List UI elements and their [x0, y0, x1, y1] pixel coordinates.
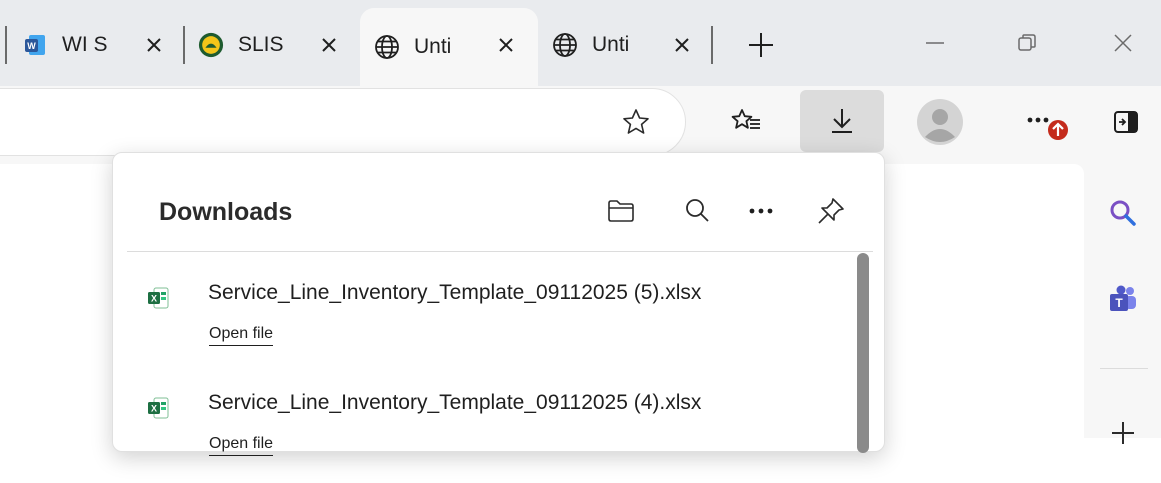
download-item[interactable]: X Service_Line_Inventory_Template_091120… — [113, 391, 843, 483]
download-icon — [828, 106, 856, 136]
word-icon: W — [22, 32, 48, 58]
globe-icon — [552, 32, 578, 58]
tab-strip: W WI S SLIS Unti Unti — [0, 0, 1161, 86]
globe-icon — [374, 34, 400, 60]
minimize-button[interactable] — [912, 20, 958, 66]
slis-logo-icon — [198, 32, 224, 58]
more-options-icon[interactable] — [741, 191, 781, 231]
close-tab-icon[interactable] — [668, 31, 696, 59]
tab-title: Unti — [592, 33, 630, 56]
tab-title: WI S — [62, 33, 108, 56]
favorites-list-icon[interactable] — [724, 100, 768, 144]
svg-text:X: X — [151, 404, 157, 414]
download-filename: Service_Line_Inventory_Template_09112025… — [208, 281, 702, 304]
restore-button[interactable] — [1004, 20, 1050, 66]
svg-text:X: X — [151, 294, 157, 304]
downloads-title: Downloads — [159, 198, 293, 226]
tab-word-doc[interactable]: W WI S — [22, 14, 180, 76]
tab-untitled[interactable]: Unti — [552, 14, 712, 76]
tab-separator — [183, 26, 185, 64]
address-bar[interactable] — [0, 88, 686, 156]
scrollbar-thumb[interactable] — [857, 253, 869, 453]
sidebar: T — [1086, 156, 1161, 444]
downloads-button[interactable] — [800, 90, 884, 152]
flyout-divider — [127, 251, 873, 252]
tab-slis[interactable]: SLIS — [198, 14, 358, 76]
open-file-link[interactable]: Open file — [209, 435, 274, 456]
close-tab-icon[interactable] — [140, 31, 168, 59]
excel-file-icon: X — [147, 287, 169, 309]
download-filename: Service_Line_Inventory_Template_09112025… — [208, 391, 702, 414]
split-screen-icon[interactable] — [1110, 106, 1142, 138]
favorite-star-icon[interactable] — [614, 100, 658, 144]
profile-avatar-icon[interactable] — [912, 94, 968, 150]
open-folder-icon[interactable] — [601, 191, 641, 231]
search-icon[interactable] — [677, 191, 717, 231]
download-item[interactable]: X Service_Line_Inventory_Template_091120… — [113, 281, 843, 373]
excel-file-icon: X — [147, 397, 169, 419]
pin-icon[interactable] — [811, 191, 851, 231]
downloads-flyout: Downloads X Service_Line_Inventory_Templ… — [112, 152, 885, 456]
close-window-button[interactable] — [1100, 20, 1146, 66]
close-tab-icon[interactable] — [492, 31, 520, 59]
new-tab-button[interactable] — [738, 22, 784, 68]
tab-separator — [711, 26, 713, 64]
sidebar-divider — [1100, 368, 1148, 369]
search-icon[interactable] — [1106, 196, 1140, 230]
svg-text:T: T — [1115, 296, 1123, 310]
teams-icon[interactable]: T — [1106, 282, 1140, 316]
open-file-link[interactable]: Open file — [209, 325, 274, 346]
svg-text:W: W — [27, 41, 36, 51]
add-icon[interactable] — [1108, 418, 1138, 448]
tab-separator — [5, 26, 7, 64]
tab-title: Unti — [414, 35, 452, 58]
tab-title: SLIS — [238, 33, 284, 56]
more-menu-icon[interactable] — [1018, 102, 1078, 146]
tab-untitled-active[interactable]: Unti — [360, 8, 538, 86]
close-tab-icon[interactable] — [315, 31, 343, 59]
